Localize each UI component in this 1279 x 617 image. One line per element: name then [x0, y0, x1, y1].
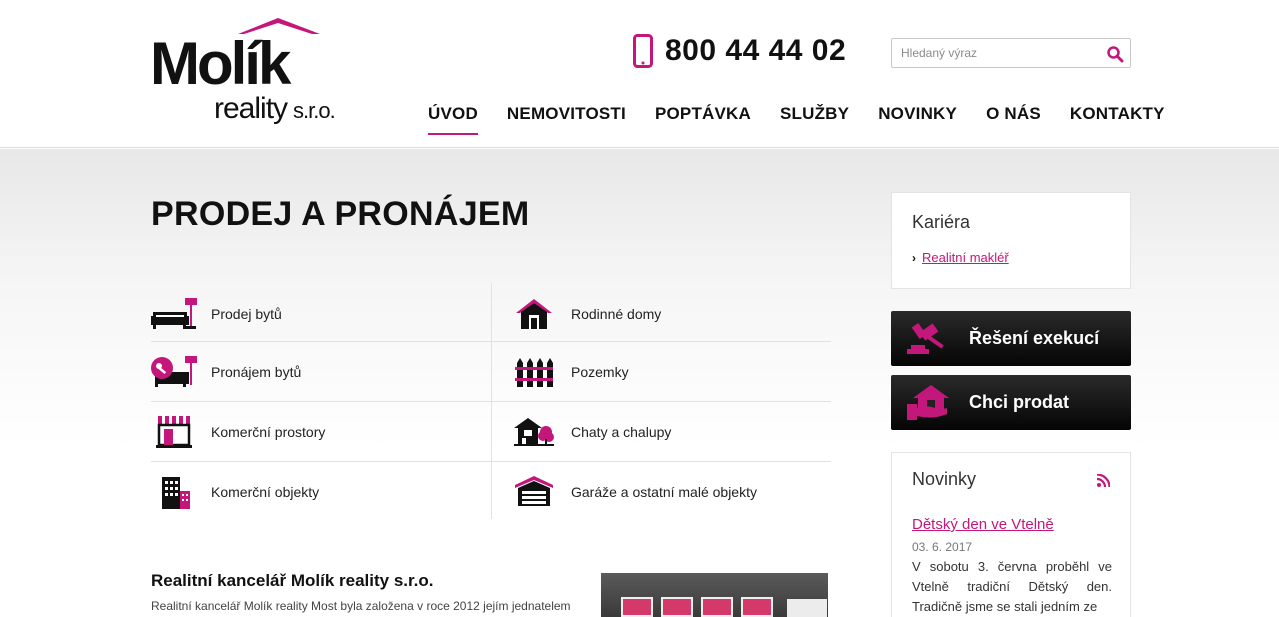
sofa-lamp-icon [151, 294, 197, 334]
category-garaze[interactable]: Garáže a ostatní malé objekty [493, 463, 833, 521]
category-label: Pronájem bytů [211, 364, 302, 380]
category-prodej-bytu[interactable]: Prodej bytů [151, 285, 491, 343]
category-label: Rodinné domy [571, 306, 662, 322]
window-pane [701, 597, 733, 617]
fence-icon [511, 352, 557, 392]
category-label: Pozemky [571, 364, 629, 380]
key-sofa-icon [151, 352, 197, 392]
category-label: Komerční objekty [211, 484, 320, 500]
chci-prodat-button[interactable]: Chci prodat [891, 375, 1131, 430]
category-pronajem-bytu[interactable]: Pronájem bytů [151, 343, 491, 401]
grid-divider [151, 401, 831, 402]
news-item-date: 03. 6. 2017 [912, 540, 973, 554]
page-title: PRODEJ A PRONÁJEM [151, 195, 530, 233]
career-link[interactable]: Realitní makléř [922, 250, 1009, 265]
news-item-text: V sobotu 3. června proběhl ve Vtelně tra… [912, 559, 1112, 614]
cottage-tree-icon [511, 412, 557, 452]
career-link-row: › Realitní makléř [912, 250, 1009, 265]
window-pane [661, 597, 693, 617]
phone-number[interactable]: 800 44 44 02 [665, 34, 846, 68]
about-text: Realitní kancelář Molík reality Most byl… [151, 599, 571, 613]
window-pane [741, 597, 773, 617]
category-komercni-objekty[interactable]: Komerční objekty [151, 463, 491, 521]
phone-contact: 800 44 44 02 [633, 34, 846, 68]
mobile-phone-icon [633, 34, 653, 68]
house-hand-icon [899, 375, 959, 430]
search-icon[interactable] [1106, 45, 1124, 63]
gavel-icon [899, 311, 959, 366]
office-building-icon [151, 472, 197, 512]
search-input[interactable] [892, 39, 1092, 67]
category-label: Komerční prostory [211, 424, 326, 440]
category-label: Chaty a chalupy [571, 424, 672, 440]
site-logo[interactable]: Molík reality s.r.o. [150, 14, 350, 132]
house-icon [511, 294, 557, 334]
category-grid: Prodej bytů Rodinné domy Pronájem bytů P… [151, 283, 831, 519]
nav-item-kontakty[interactable]: KONTAKTY [1070, 104, 1165, 135]
news-box: Novinky Dětský den ve Vtelně 03. 6. 2017… [891, 452, 1131, 617]
category-komercni-prostory[interactable]: Komerční prostory [151, 403, 491, 461]
nav-item-novinky[interactable]: NOVINKY [878, 104, 957, 135]
reseni-exekuci-button[interactable]: Řešení exekucí [891, 311, 1131, 366]
category-chaty-chalupy[interactable]: Chaty a chalupy [493, 403, 833, 461]
news-title: Novinky [912, 469, 977, 489]
nav-item-nemovitosti[interactable]: NEMOVITOSTI [507, 104, 626, 135]
button-label: Řešení exekucí [969, 328, 1100, 348]
logo-sub-text: reality s.r.o. [214, 92, 336, 125]
window-pane [621, 597, 653, 617]
grid-divider [151, 461, 831, 462]
main-nav: ÚVOD NEMOVITOSTI POPTÁVKA SLUŽBY NOVINKY… [428, 104, 1165, 135]
site-header: Molík realitys.r.o. 800 44 44 02 ÚVOD NE… [0, 0, 1279, 148]
career-title: Kariéra [912, 212, 971, 232]
nav-item-uvod[interactable]: ÚVOD [428, 104, 478, 135]
button-label: Chci prodat [969, 392, 1070, 412]
career-box: Kariéra › Realitní makléř [891, 192, 1131, 289]
about-title: Realitní kancelář Molík reality s.r.o. [151, 571, 434, 590]
chevron-right-icon: › [912, 250, 916, 265]
office-photo [601, 573, 828, 617]
nav-item-poptavka[interactable]: POPTÁVKA [655, 104, 751, 135]
nav-item-o-nas[interactable]: O NÁS [986, 104, 1041, 135]
garage-icon [511, 472, 557, 512]
category-pozemky[interactable]: Pozemky [493, 343, 833, 401]
category-rodinne-domy[interactable]: Rodinné domy [493, 285, 833, 343]
photo-logo-sign [787, 599, 827, 617]
category-label: Garáže a ostatní malé objekty [571, 484, 757, 500]
shop-awning-icon [151, 412, 197, 452]
rss-icon[interactable] [1097, 474, 1110, 487]
search-box [891, 38, 1131, 68]
logo-main-text: Molík [150, 30, 291, 97]
nav-item-sluzby[interactable]: SLUŽBY [780, 104, 849, 135]
category-label: Prodej bytů [211, 306, 282, 322]
news-item-link[interactable]: Dětský den ve Vtelně [912, 516, 1054, 533]
